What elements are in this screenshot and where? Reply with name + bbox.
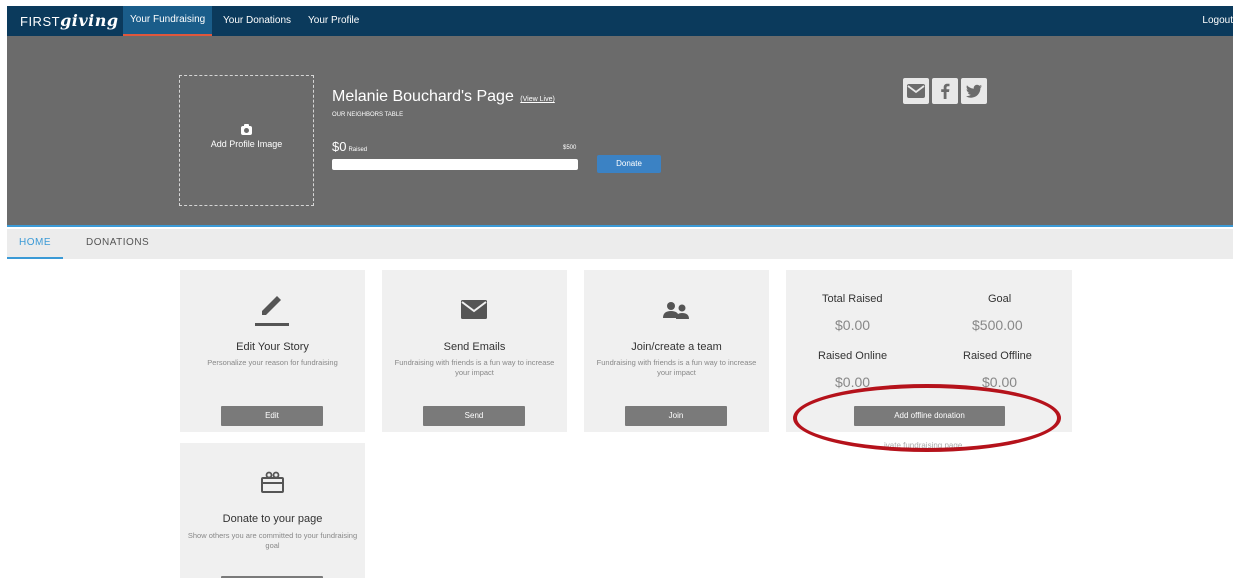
- pencil-icon: [255, 296, 289, 326]
- facebook-icon: [941, 83, 950, 99]
- nav-tab-your-fundraising[interactable]: Your Fundraising: [123, 6, 213, 36]
- email-icon: [907, 84, 925, 98]
- donate-button[interactable]: Donate: [597, 155, 661, 173]
- people-icon: [663, 302, 689, 319]
- nav-tab-your-profile[interactable]: Your Profile: [301, 6, 366, 36]
- goal-amount: $500: [563, 145, 577, 151]
- join-button[interactable]: Join: [625, 406, 727, 426]
- donate-to-page-title: Donate to your page: [222, 513, 323, 525]
- raised-online-label: Raised Online: [818, 350, 888, 362]
- join-team-description: Fundraising with friends is a fun way to…: [596, 358, 757, 377]
- join-team-card: Join/create a team Fundraising with frie…: [584, 270, 769, 432]
- tab-donations[interactable]: DONATIONS: [86, 229, 149, 259]
- edit-button[interactable]: Edit: [221, 406, 323, 426]
- sub-navigation: HOME DONATIONS: [7, 229, 1233, 259]
- send-emails-description: Fundraising with friends is a fun way to…: [394, 358, 555, 377]
- add-offline-donation-button[interactable]: Add offline donation: [854, 406, 1005, 426]
- page-title: Melanie Bouchard's Page (View Live): [332, 88, 555, 106]
- logo-text-prefix: FIRST: [20, 14, 61, 29]
- logout-link[interactable]: Logout: [1202, 6, 1233, 36]
- nav-tab-your-donations[interactable]: Your Donations: [216, 6, 298, 36]
- facebook-share-button[interactable]: [932, 78, 958, 104]
- total-raised-label: Total Raised: [822, 293, 883, 305]
- donate-to-page-description: Show others you are committed to your fu…: [187, 531, 358, 550]
- join-team-title: Join/create a team: [631, 341, 722, 353]
- logo-text-suffix: giving: [60, 11, 119, 30]
- raised-label: Raised: [348, 147, 368, 153]
- send-emails-title: Send Emails: [443, 341, 506, 353]
- add-profile-image-label: Add Profile Image: [210, 139, 283, 149]
- gift-icon: [261, 471, 284, 493]
- twitter-icon: [966, 84, 982, 98]
- goal-label: Goal: [988, 293, 1012, 305]
- raised-offline-label: Raised Offline: [963, 350, 1032, 362]
- twitter-share-button[interactable]: [961, 78, 987, 104]
- firstgiving-logo[interactable]: FIRSTgiving: [20, 11, 119, 30]
- edit-story-card: Edit Your Story Personalize your reason …: [180, 270, 365, 432]
- view-live-link[interactable]: (View Live): [520, 96, 555, 103]
- donate-to-page-card: Donate to your page Show others you are …: [180, 443, 365, 578]
- tab-home[interactable]: HOME: [7, 229, 63, 259]
- camera-icon: [241, 124, 252, 135]
- send-emails-card: Send Emails Fundraising with friends is …: [382, 270, 567, 432]
- page-header-banner: Add Profile Image Melanie Bouchard's Pag…: [7, 36, 1233, 227]
- total-raised-value: $0.00: [835, 317, 871, 333]
- page-title-text: Melanie Bouchard's Page: [332, 88, 514, 105]
- fundraising-page-link[interactable]: …ivate fundraising page: [876, 441, 962, 450]
- send-button[interactable]: Send: [423, 406, 525, 426]
- envelope-icon: [461, 300, 487, 319]
- fundraising-stats-card: Total Raised $0.00 Goal $500.00 Raised O…: [786, 270, 1072, 432]
- raised-online-value: $0.00: [835, 374, 871, 390]
- raised-offline-value: $0.00: [982, 374, 1018, 390]
- edit-story-title: Edit Your Story: [236, 341, 309, 353]
- top-navigation: FIRSTgiving Your Fundraising Your Donati…: [7, 6, 1233, 36]
- raised-amount-value: $0: [332, 139, 347, 154]
- email-share-button[interactable]: [903, 78, 929, 104]
- organization-name: OUR NEIGHBORS TABLE: [332, 112, 404, 118]
- raised-amount: $0 Raised: [332, 139, 367, 154]
- page: FIRSTgiving Your Fundraising Your Donati…: [0, 0, 1233, 578]
- fundraising-progress-bar: [332, 159, 578, 170]
- goal-value: $500.00: [972, 317, 1023, 333]
- edit-story-description: Personalize your reason for fundraising: [207, 358, 338, 367]
- add-profile-image-dropzone[interactable]: Add Profile Image: [179, 75, 314, 206]
